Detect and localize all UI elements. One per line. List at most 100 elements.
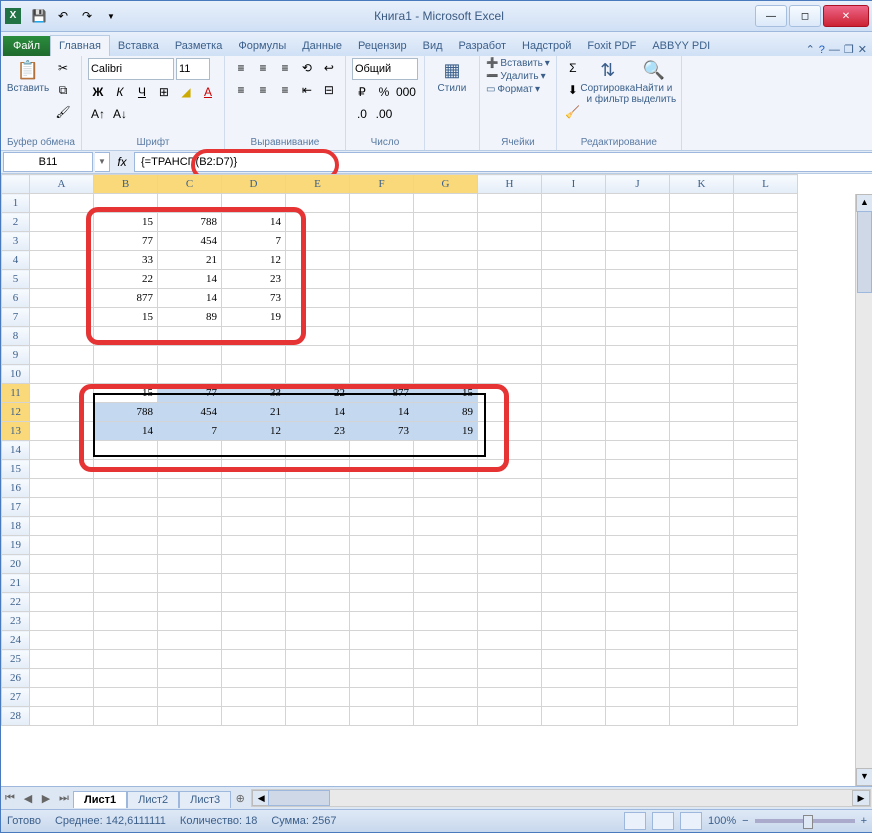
cell-E7[interactable] bbox=[286, 308, 350, 327]
cell-I15[interactable] bbox=[542, 460, 606, 479]
cell-A16[interactable] bbox=[30, 479, 94, 498]
cell-F20[interactable] bbox=[350, 555, 414, 574]
fontcolor-icon[interactable]: А bbox=[198, 82, 218, 102]
cell-E24[interactable] bbox=[286, 631, 350, 650]
cell-I7[interactable] bbox=[542, 308, 606, 327]
col-header-F[interactable]: F bbox=[350, 175, 414, 194]
cell-E12[interactable]: 14 bbox=[286, 403, 350, 422]
cell-C19[interactable] bbox=[158, 536, 222, 555]
cell-F1[interactable] bbox=[350, 194, 414, 213]
cell-J21[interactable] bbox=[606, 574, 670, 593]
cell-H28[interactable] bbox=[478, 707, 542, 726]
cell-H12[interactable] bbox=[478, 403, 542, 422]
cell-A2[interactable] bbox=[30, 213, 94, 232]
cell-L23[interactable] bbox=[734, 612, 798, 631]
cell-C11[interactable]: 77 bbox=[158, 384, 222, 403]
cell-F18[interactable] bbox=[350, 517, 414, 536]
tab-addins[interactable]: Надстрой bbox=[514, 36, 579, 56]
delete-cells-button[interactable]: ➖Удалить ▾ bbox=[486, 71, 550, 82]
cell-E15[interactable] bbox=[286, 460, 350, 479]
cell-G18[interactable] bbox=[414, 517, 478, 536]
cell-G9[interactable] bbox=[414, 346, 478, 365]
cell-D4[interactable]: 12 bbox=[222, 251, 286, 270]
cell-I19[interactable] bbox=[542, 536, 606, 555]
tab-abbyy[interactable]: ABBYY PDI bbox=[644, 36, 718, 56]
col-header-D[interactable]: D bbox=[222, 175, 286, 194]
cell-D8[interactable] bbox=[222, 327, 286, 346]
cell-C4[interactable]: 21 bbox=[158, 251, 222, 270]
horizontal-scrollbar[interactable]: ◀ ▶ bbox=[251, 789, 871, 807]
cell-H24[interactable] bbox=[478, 631, 542, 650]
cell-D21[interactable] bbox=[222, 574, 286, 593]
cell-C20[interactable] bbox=[158, 555, 222, 574]
percent-icon[interactable]: % bbox=[374, 82, 394, 102]
cell-E22[interactable] bbox=[286, 593, 350, 612]
cell-F8[interactable] bbox=[350, 327, 414, 346]
ribbon-min-icon[interactable]: ⌃ bbox=[806, 43, 815, 56]
wrap-icon[interactable]: ↩ bbox=[319, 58, 339, 78]
row-header-23[interactable]: 23 bbox=[2, 612, 30, 631]
cell-G24[interactable] bbox=[414, 631, 478, 650]
cell-C10[interactable] bbox=[158, 365, 222, 384]
cell-E10[interactable] bbox=[286, 365, 350, 384]
cell-A27[interactable] bbox=[30, 688, 94, 707]
cell-L17[interactable] bbox=[734, 498, 798, 517]
cell-C13[interactable]: 7 bbox=[158, 422, 222, 441]
cell-I27[interactable] bbox=[542, 688, 606, 707]
cell-C1[interactable] bbox=[158, 194, 222, 213]
cell-B10[interactable] bbox=[94, 365, 158, 384]
cell-D27[interactable] bbox=[222, 688, 286, 707]
row-header-7[interactable]: 7 bbox=[2, 308, 30, 327]
cell-F23[interactable] bbox=[350, 612, 414, 631]
cell-L2[interactable] bbox=[734, 213, 798, 232]
zoom-out-icon[interactable]: − bbox=[742, 815, 748, 827]
cell-A26[interactable] bbox=[30, 669, 94, 688]
cell-J24[interactable] bbox=[606, 631, 670, 650]
cell-B25[interactable] bbox=[94, 650, 158, 669]
cell-I28[interactable] bbox=[542, 707, 606, 726]
cell-G23[interactable] bbox=[414, 612, 478, 631]
cell-I5[interactable] bbox=[542, 270, 606, 289]
cell-F28[interactable] bbox=[350, 707, 414, 726]
cell-B27[interactable] bbox=[94, 688, 158, 707]
cell-H14[interactable] bbox=[478, 441, 542, 460]
sheet-nav-last-icon[interactable]: ⏭ bbox=[55, 792, 73, 805]
cell-D16[interactable] bbox=[222, 479, 286, 498]
tab-formulas[interactable]: Формулы bbox=[230, 36, 294, 56]
cell-K22[interactable] bbox=[670, 593, 734, 612]
qat-save-icon[interactable]: 💾 bbox=[28, 5, 50, 27]
row-header-13[interactable]: 13 bbox=[2, 422, 30, 441]
clear-icon[interactable]: 🧹 bbox=[563, 102, 583, 122]
cell-B6[interactable]: 877 bbox=[94, 289, 158, 308]
cell-A28[interactable] bbox=[30, 707, 94, 726]
cell-E20[interactable] bbox=[286, 555, 350, 574]
cell-H17[interactable] bbox=[478, 498, 542, 517]
tab-data[interactable]: Данные bbox=[294, 36, 350, 56]
cell-B18[interactable] bbox=[94, 517, 158, 536]
cell-K10[interactable] bbox=[670, 365, 734, 384]
cell-J11[interactable] bbox=[606, 384, 670, 403]
cell-A19[interactable] bbox=[30, 536, 94, 555]
cell-L7[interactable] bbox=[734, 308, 798, 327]
cell-G20[interactable] bbox=[414, 555, 478, 574]
cell-D19[interactable] bbox=[222, 536, 286, 555]
font-size-combo[interactable]: 11 bbox=[176, 58, 210, 80]
cell-G11[interactable]: 15 bbox=[414, 384, 478, 403]
row-header-22[interactable]: 22 bbox=[2, 593, 30, 612]
cell-K28[interactable] bbox=[670, 707, 734, 726]
inc-dec-icon[interactable]: .0 bbox=[352, 104, 372, 124]
cell-K24[interactable] bbox=[670, 631, 734, 650]
cell-F15[interactable] bbox=[350, 460, 414, 479]
tab-dev[interactable]: Разработ bbox=[451, 36, 514, 56]
cell-C21[interactable] bbox=[158, 574, 222, 593]
align-bot-icon[interactable]: ≡ bbox=[275, 58, 295, 78]
col-header-C[interactable]: C bbox=[158, 175, 222, 194]
row-header-6[interactable]: 6 bbox=[2, 289, 30, 308]
sheet-tab-1[interactable]: Лист1 bbox=[73, 791, 127, 808]
cell-D24[interactable] bbox=[222, 631, 286, 650]
cell-A5[interactable] bbox=[30, 270, 94, 289]
cell-G5[interactable] bbox=[414, 270, 478, 289]
vscroll-thumb[interactable] bbox=[857, 211, 872, 293]
cell-D14[interactable] bbox=[222, 441, 286, 460]
cell-L5[interactable] bbox=[734, 270, 798, 289]
